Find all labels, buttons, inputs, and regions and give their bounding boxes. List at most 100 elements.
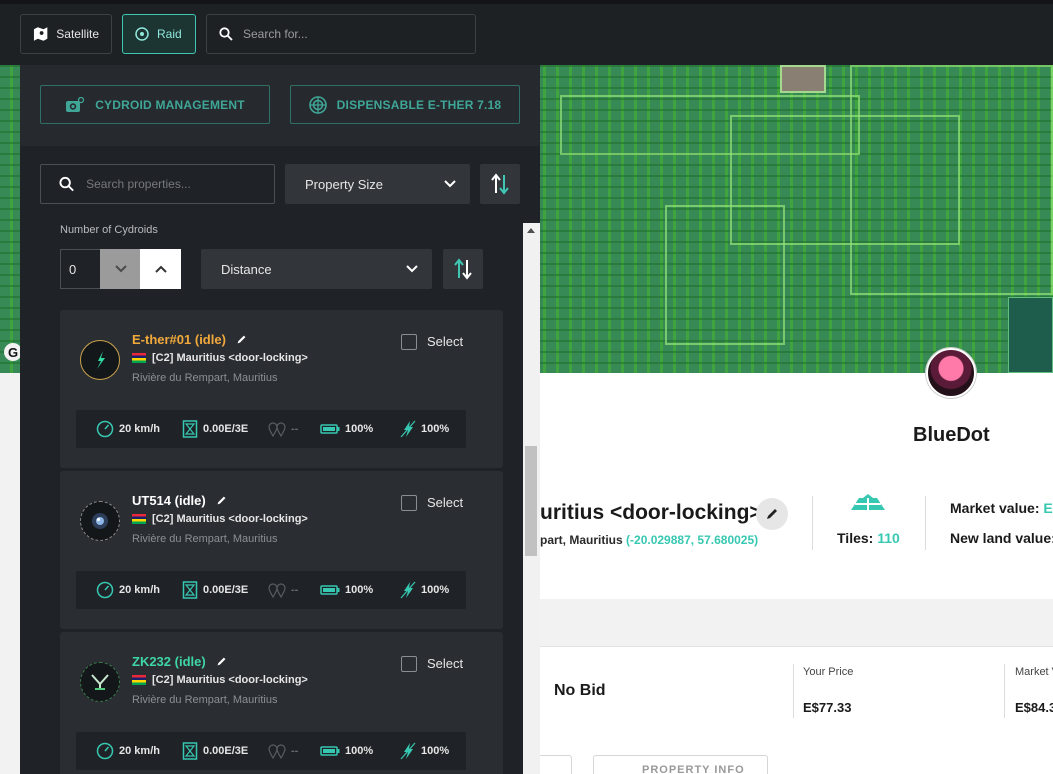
- scroll-up-arrow-icon[interactable]: [527, 228, 535, 233]
- number-of-cydroids-input[interactable]: 0: [60, 249, 101, 289]
- location-pins-icon: [268, 744, 286, 759]
- select-label[interactable]: Select: [427, 334, 463, 349]
- cydroid-card[interactable]: ZK232 (idle) [C2] Mauritius <door-lockin…: [60, 632, 503, 774]
- pencil-icon[interactable]: [216, 656, 227, 667]
- power-icon: [400, 420, 416, 438]
- power-value: 100%: [421, 423, 450, 435]
- your-price-value: E$77.33: [803, 700, 852, 715]
- your-price-label: Your Price: [803, 666, 854, 678]
- cydroid-management-button[interactable]: CYDROID MANAGEMENT: [40, 85, 270, 124]
- speedometer-icon: [96, 742, 114, 760]
- cydroid-avatar-icon: [80, 662, 120, 702]
- select-label[interactable]: Select: [427, 656, 463, 671]
- property-search-input[interactable]: [86, 177, 256, 191]
- speed-value: 20 km/h: [119, 745, 160, 757]
- property-location-text: part, Mauritius: [540, 533, 623, 547]
- cydroid-address: Rivière du Rempart, Mauritius: [132, 694, 278, 706]
- global-search: [206, 14, 476, 54]
- battery-icon: [320, 424, 340, 434]
- property-info-label: PROPERTY INFO: [642, 764, 745, 774]
- sort-arrows-icon: [491, 173, 509, 195]
- property-header: [540, 373, 1053, 599]
- market-price-label: Market V: [1015, 666, 1053, 678]
- cydroid-avatar-icon: [80, 501, 120, 541]
- satellite-button[interactable]: Satellite: [20, 14, 112, 54]
- tiles-value: 110: [877, 530, 900, 546]
- cydroid-name: UT514 (idle): [132, 493, 206, 508]
- select-checkbox[interactable]: [401, 495, 417, 511]
- speedometer-icon: [96, 581, 114, 599]
- sort-direction-button[interactable]: [480, 164, 520, 204]
- property-title: uritius <door-locking>: [540, 501, 762, 524]
- satellite-label: Satellite: [56, 27, 99, 41]
- speed-value: 20 km/h: [119, 584, 160, 596]
- cydroid-property: [C2] Mauritius <door-locking>: [152, 674, 308, 686]
- cydroid-card[interactable]: E-ther#01 (idle) [C2] Mauritius <door-lo…: [60, 310, 503, 468]
- power-icon: [400, 742, 416, 760]
- mauritius-flag-icon: [132, 675, 146, 685]
- cydroid-address: Rivière du Rempart, Mauritius: [132, 372, 278, 384]
- location-pins-icon: [268, 583, 286, 598]
- distance-value: --: [291, 745, 299, 757]
- chevron-down-icon: [406, 265, 418, 273]
- property-coordinates: (-20.029887, 57.680025): [626, 533, 759, 547]
- number-of-cydroids-label: Number of Cydroids: [60, 224, 158, 236]
- battery-icon: [320, 585, 340, 595]
- pencil-icon: [767, 509, 777, 519]
- cydroid-name: E-ther#01 (idle): [132, 332, 226, 347]
- market-price-value: E$84.3: [1015, 700, 1053, 715]
- cydroid-name: ZK232 (idle): [132, 654, 206, 669]
- map-icon: [33, 27, 48, 41]
- cost-value: 0.00E/3E: [203, 423, 249, 435]
- increment-button[interactable]: [140, 249, 181, 289]
- battery-icon: [320, 746, 340, 756]
- power-icon: [400, 581, 416, 599]
- dispensable-ether-button[interactable]: DISPENSABLE E-THER 7.18: [290, 85, 520, 124]
- map-grid-line: [850, 65, 1053, 295]
- cydroid-management-label: CYDROID MANAGEMENT: [95, 97, 245, 112]
- distance-value: --: [291, 423, 299, 435]
- mauritius-flag-icon: [132, 514, 146, 524]
- chevron-down-icon: [114, 265, 127, 273]
- raid-button[interactable]: Raid: [122, 14, 196, 54]
- tiles-count: Tiles: 110: [837, 530, 900, 546]
- raid-label: Raid: [157, 27, 182, 41]
- distance-sort-button[interactable]: [443, 249, 483, 289]
- cost-value: 0.00E/3E: [203, 745, 249, 757]
- owner-avatar[interactable]: [926, 348, 976, 398]
- map-building: [780, 65, 826, 93]
- cydroid-property: [C2] Mauritius <door-locking>: [152, 513, 308, 525]
- pencil-icon[interactable]: [216, 495, 227, 506]
- property-info-button[interactable]: PROPERTY INFO: [593, 755, 768, 774]
- top-bar: Satellite Raid: [0, 4, 1053, 65]
- ether-icon: [308, 95, 327, 114]
- hourglass-icon: [182, 420, 198, 438]
- cydroid-stats: 20 km/h 0.00E/3E -- 100% 100%: [76, 410, 466, 448]
- scrollbar-thumb[interactable]: [525, 446, 537, 556]
- divider: [1004, 664, 1005, 718]
- power-value: 100%: [421, 745, 450, 757]
- property-location: part, Mauritius (-20.029887, 57.680025): [540, 533, 758, 547]
- camera-icon: [66, 96, 85, 112]
- dispensable-ether-label: DISPENSABLE E-THER 7.18: [336, 97, 502, 112]
- sort-by-value: Property Size: [305, 176, 384, 192]
- pencil-icon[interactable]: [236, 334, 247, 345]
- edit-property-button[interactable]: [756, 498, 788, 530]
- divider: [925, 496, 926, 550]
- select-label[interactable]: Select: [427, 495, 463, 510]
- sort-by-select[interactable]: Property Size: [285, 164, 470, 204]
- distance-select[interactable]: Distance: [201, 249, 432, 289]
- cydroid-avatar-icon: [80, 340, 120, 380]
- decrement-button[interactable]: [100, 249, 141, 289]
- market-value-amount: E$: [1043, 500, 1053, 516]
- power-value: 100%: [421, 584, 450, 596]
- new-land-value-label: New land value:: [950, 530, 1053, 546]
- divider: [812, 496, 813, 550]
- tiles-icon: [851, 494, 885, 510]
- global-search-input[interactable]: [243, 27, 443, 41]
- select-checkbox[interactable]: [401, 334, 417, 350]
- select-checkbox[interactable]: [401, 656, 417, 672]
- search-icon: [59, 176, 74, 192]
- raid-icon: [135, 27, 149, 41]
- cydroid-card[interactable]: UT514 (idle) [C2] Mauritius <door-lockin…: [60, 471, 503, 629]
